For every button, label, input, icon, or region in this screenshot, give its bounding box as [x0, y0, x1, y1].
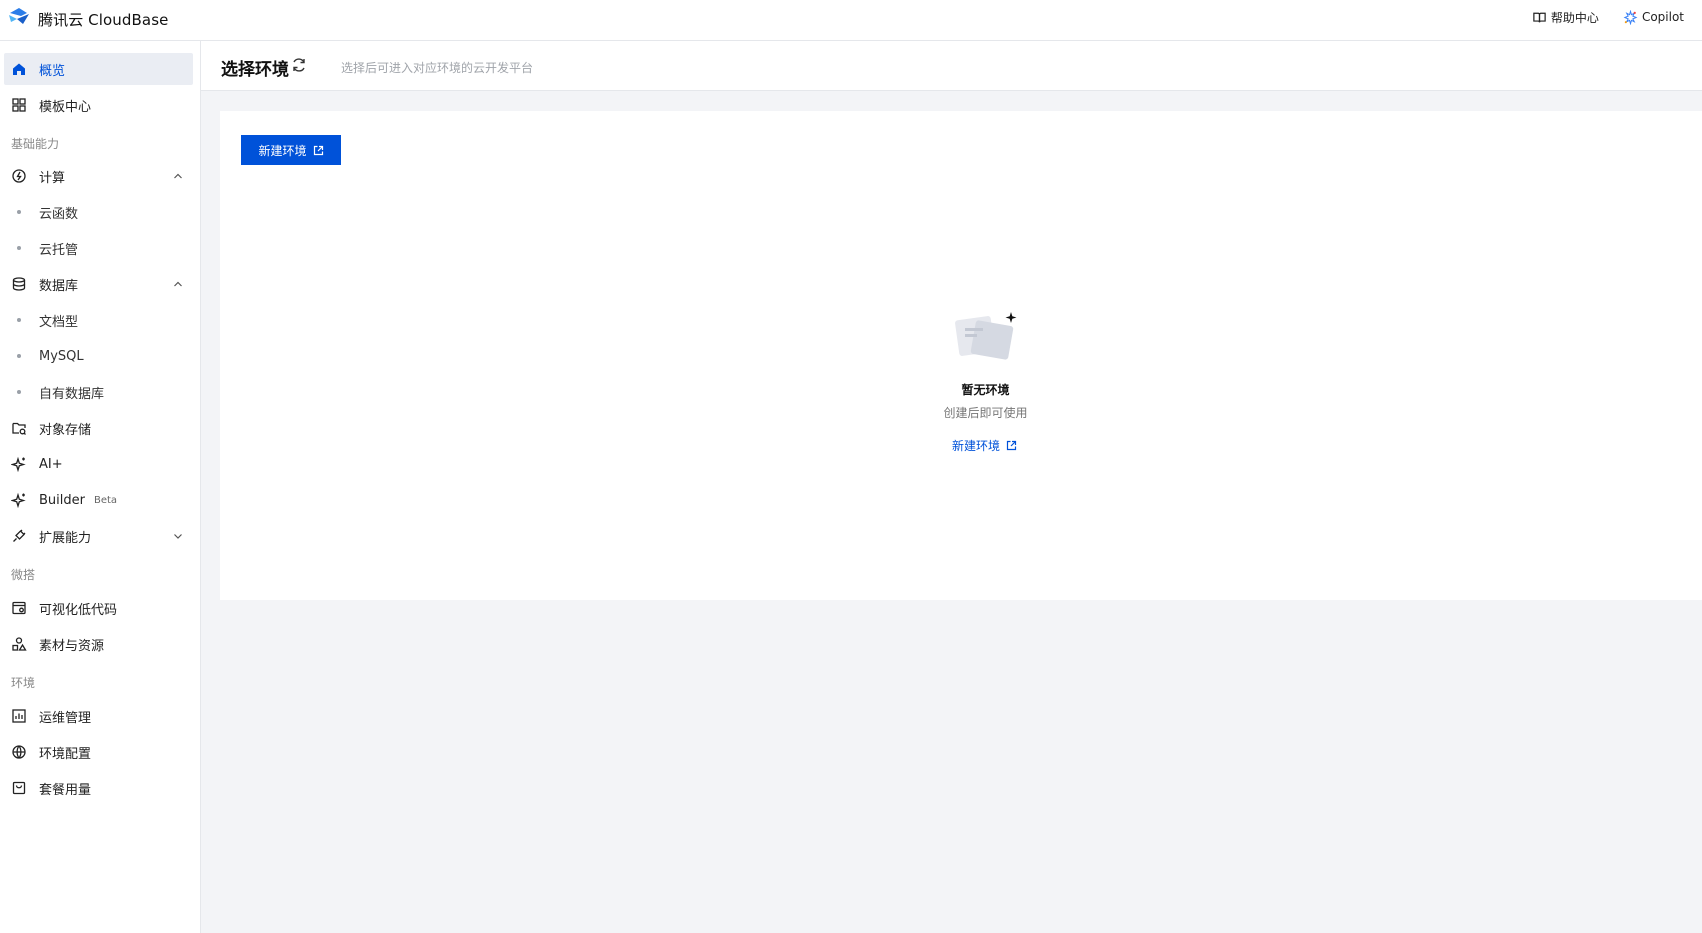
beta-badge: Beta — [94, 494, 118, 506]
sidebar-item-cloud-functions[interactable]: 云函数 — [4, 196, 193, 228]
shapes-icon — [11, 636, 27, 652]
sidebar-item-ai-plus[interactable]: AI+ — [4, 448, 193, 480]
package-bag-icon — [11, 780, 27, 796]
sidebar-item-label: 环境配置 — [39, 746, 92, 762]
sidebar-item-label: 运维管理 — [39, 710, 92, 726]
brand[interactable]: 腾讯云 CloudBase — [7, 7, 168, 31]
sidebar-item-overview[interactable]: 概览 — [4, 53, 193, 85]
grid-icon — [11, 97, 27, 113]
page-header: 选择环境 选择后可进入对应环境的云开发平台 — [201, 41, 1702, 91]
sidebar-item-label: 概览 — [39, 63, 66, 79]
sidebar-item-label: AI+ — [39, 456, 63, 472]
help-center-label: 帮助中心 — [1550, 10, 1599, 25]
sidebar-group-weda: 微搭 — [11, 568, 36, 582]
refresh-icon[interactable] — [290, 56, 308, 74]
page-description: 选择后可进入对应环境的云开发平台 — [341, 61, 534, 75]
chevron-up-icon — [172, 278, 184, 290]
chevron-down-icon — [172, 530, 184, 542]
sidebar-item-label: 文档型 — [39, 314, 79, 330]
sidebar-item-label: 云托管 — [39, 242, 79, 258]
book-icon — [1533, 12, 1546, 22]
plug-icon — [11, 528, 27, 544]
sidebar-item-label: MySQL — [39, 348, 84, 364]
sidebar-item-label: 扩展能力 — [39, 530, 92, 546]
sidebar-item-label: Builder — [39, 492, 85, 508]
sidebar-item-label: 模板中心 — [39, 99, 92, 115]
sidebar-item-assets[interactable]: 素材与资源 — [4, 628, 193, 660]
create-environment-link-label: 新建环境 — [952, 439, 1001, 453]
sidebar-group-basic: 基础能力 — [11, 137, 60, 151]
brand-title: 腾讯云 CloudBase — [38, 10, 169, 29]
bullet-dot — [17, 354, 21, 358]
empty-state: 暂无环境 创建后即可使用 新建环境 — [220, 111, 1702, 600]
database-icon — [11, 276, 27, 292]
empty-documents-icon — [955, 310, 1020, 362]
sidebar-item-mysql[interactable]: MySQL — [4, 340, 193, 372]
chevron-up-icon — [172, 170, 184, 182]
sidebar-item-label: 自有数据库 — [39, 386, 105, 402]
help-center-link[interactable]: 帮助中心 — [1532, 9, 1599, 26]
compute-icon — [11, 168, 27, 184]
sidebar-item-own-db[interactable]: 自有数据库 — [4, 376, 193, 408]
storage-folder-icon — [11, 420, 27, 436]
sidebar-item-label: 套餐用量 — [39, 782, 92, 798]
external-link-icon — [1006, 440, 1017, 451]
lowcode-window-icon — [11, 600, 27, 616]
sidebar-item-compute[interactable]: 计算 — [4, 160, 193, 192]
sparkle-icon — [11, 492, 27, 508]
sidebar-item-label: 云函数 — [39, 206, 79, 222]
sidebar-group-env: 环境 — [11, 676, 36, 690]
sidebar-item-extensions[interactable]: 扩展能力 — [4, 520, 193, 552]
bullet-dot — [17, 390, 21, 394]
create-environment-link[interactable]: 新建环境 — [952, 437, 1017, 454]
sidebar-item-label: 数据库 — [39, 278, 79, 294]
bullet-dot — [17, 318, 21, 322]
copilot-label: Copilot — [1641, 10, 1684, 24]
home-icon — [11, 61, 27, 77]
bullet-dot — [17, 210, 21, 214]
sparkle-icon — [11, 456, 27, 472]
sidebar-item-ops[interactable]: 运维管理 — [4, 700, 193, 732]
sidebar-item-usage[interactable]: 套餐用量 — [4, 772, 193, 804]
empty-state-description: 创建后即可使用 — [943, 406, 1028, 420]
sidebar-item-label: 可视化低代码 — [39, 602, 118, 618]
top-bar: 腾讯云 CloudBase 帮助中心 Copilot — [0, 0, 1702, 41]
chart-icon — [11, 708, 27, 724]
sidebar-item-label: 素材与资源 — [39, 638, 105, 654]
sidebar-item-label: 计算 — [39, 170, 66, 186]
empty-state-title: 暂无环境 — [961, 383, 1010, 397]
sidebar-item-object-storage[interactable]: 对象存储 — [4, 412, 193, 444]
page-title: 选择环境 — [221, 60, 289, 80]
bullet-dot — [17, 246, 21, 250]
sidebar-item-document-db[interactable]: 文档型 — [4, 304, 193, 336]
sidebar-item-templates[interactable]: 模板中心 — [4, 89, 193, 121]
copilot-icon — [1623, 9, 1638, 25]
sidebar: 概览 模板中心 基础能力 计算 云函数 云托管 数据库 文档型 MySQL 自有… — [0, 41, 201, 933]
copilot-link[interactable]: Copilot — [1623, 9, 1684, 25]
cloudbase-logo-icon — [7, 7, 31, 31]
environment-card: 新建环境 暂无环境 创建后即可使用 新建环境 — [220, 111, 1702, 600]
sidebar-item-builder[interactable]: Builder Beta — [4, 484, 193, 516]
globe-config-icon — [11, 744, 27, 760]
sidebar-item-label: 对象存储 — [39, 422, 92, 438]
sidebar-item-database[interactable]: 数据库 — [4, 268, 193, 300]
sidebar-item-env-config[interactable]: 环境配置 — [4, 736, 193, 768]
sidebar-item-lowcode[interactable]: 可视化低代码 — [4, 592, 193, 624]
sidebar-item-cloud-run[interactable]: 云托管 — [4, 232, 193, 264]
